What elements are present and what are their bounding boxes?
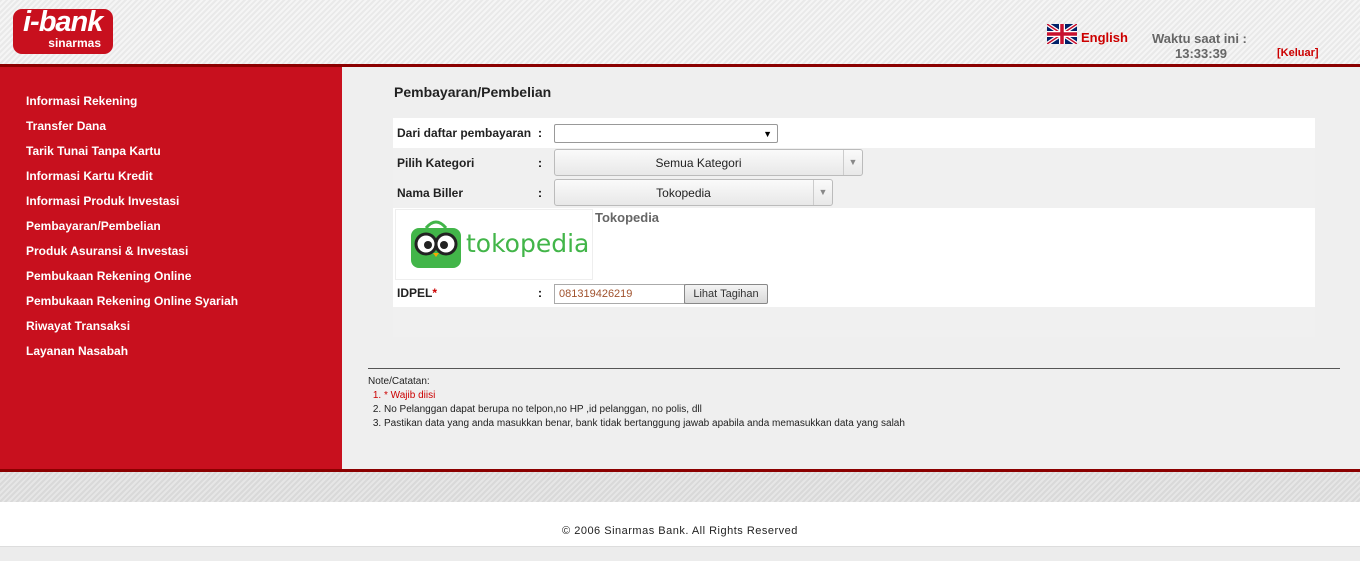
main-content: Pembayaran/Pembelian Dari daftar pembaya… — [342, 67, 1360, 469]
sidebar: Informasi Rekening Transfer Dana Tarik T… — [0, 67, 342, 469]
note-item: * Wajib diisi — [384, 389, 905, 403]
sidebar-item-asuransi[interactable]: Produk Asuransi & Investasi — [26, 244, 238, 269]
required-mark: * — [432, 286, 438, 300]
logo-main-text: i-bank — [23, 9, 103, 38]
bottom-bar — [0, 546, 1360, 561]
chevron-down-icon: ▼ — [843, 150, 862, 175]
logout-link[interactable]: [Keluar] — [1277, 47, 1319, 59]
copyright-text: © 2006 Sinarmas Bank. All Rights Reserve… — [562, 525, 798, 537]
from-list-row: Dari daftar pembayaran : ▼ — [393, 118, 1315, 148]
language-label[interactable]: English — [1081, 30, 1128, 45]
sidebar-item-tarik-tunai[interactable]: Tarik Tunai Tanpa Kartu — [26, 144, 238, 169]
biller-row: Nama Biller : Tokopedia ▼ — [393, 178, 1315, 208]
sidebar-item-layanan[interactable]: Layanan Nasabah — [26, 344, 238, 369]
sidebar-item-riwayat[interactable]: Riwayat Transaksi — [26, 319, 238, 344]
category-label: Pilih Kategori — [397, 156, 475, 170]
notes-list: * Wajib diisi No Pelanggan dapat berupa … — [368, 389, 905, 431]
biller-select[interactable]: Tokopedia ▼ — [554, 179, 833, 206]
from-list-select[interactable]: ▼ — [554, 124, 778, 143]
sidebar-item-rekening-syariah[interactable]: Pembukaan Rekening Online Syariah — [26, 294, 238, 319]
form-footer-row — [393, 307, 1315, 337]
biller-name: Tokopedia — [595, 210, 660, 225]
category-value: Semua Kategori — [655, 156, 742, 170]
idpel-label: IDPEL* — [397, 286, 437, 300]
logo-sub-text: sinarmas — [48, 36, 101, 50]
tokopedia-owl-icon — [411, 220, 461, 268]
colon: : — [538, 286, 542, 300]
sidebar-menu: Informasi Rekening Transfer Dana Tarik T… — [26, 94, 238, 369]
sidebar-item-produk-investasi[interactable]: Informasi Produk Investasi — [26, 194, 238, 219]
footer-band — [0, 472, 1360, 502]
biller-label: Nama Biller — [397, 186, 464, 200]
page-title: Pembayaran/Pembelian — [394, 84, 552, 100]
sidebar-item-kartu-kredit[interactable]: Informasi Kartu Kredit — [26, 169, 238, 194]
lihat-tagihan-button[interactable]: Lihat Tagihan — [684, 284, 768, 304]
sidebar-item-pembayaran[interactable]: Pembayaran/Pembelian — [26, 219, 238, 244]
from-list-label: Dari daftar pembayaran — [397, 126, 532, 140]
language-switch[interactable]: English — [1047, 22, 1128, 45]
divider — [368, 368, 1340, 369]
category-select[interactable]: Semua Kategori ▼ — [554, 149, 863, 176]
category-row: Pilih Kategori : Semua Kategori ▼ — [393, 148, 1315, 178]
biller-logo-row: tokopedia Tokopedia — [393, 208, 1315, 280]
idpel-row: IDPEL* : 081319426219 Lihat Tagihan — [393, 280, 1315, 307]
idpel-input[interactable]: 081319426219 — [554, 284, 685, 304]
chevron-down-icon: ▼ — [813, 180, 832, 205]
notes-title: Note/Catatan: — [368, 376, 430, 387]
note-item: Pastikan data yang anda masukkan benar, … — [384, 417, 905, 431]
footer: © 2006 Sinarmas Bank. All Rights Reserve… — [0, 502, 1360, 546]
colon: : — [538, 156, 542, 170]
biller-value: Tokopedia — [656, 186, 711, 200]
idpel-label-text: IDPEL — [397, 286, 433, 300]
chevron-down-icon: ▼ — [763, 129, 772, 139]
payment-form: Dari daftar pembayaran : ▼ Pilih Kategor… — [393, 118, 1315, 337]
colon: : — [538, 126, 542, 140]
colon: : — [538, 186, 542, 200]
tokopedia-logo-text: tokopedia — [466, 229, 590, 258]
tokopedia-logo: tokopedia — [395, 209, 593, 280]
ibank-logo[interactable]: i-bank sinarmas — [13, 9, 113, 54]
sidebar-item-transfer-dana[interactable]: Transfer Dana — [26, 119, 238, 144]
sidebar-item-informasi-rekening[interactable]: Informasi Rekening — [26, 94, 238, 119]
uk-flag-icon — [1047, 23, 1077, 44]
notes-section: Note/Catatan: * Wajib diisi No Pelanggan… — [368, 376, 905, 431]
time-value: 13:33:39 — [1175, 46, 1228, 61]
time-label: Waktu saat ini : — [1152, 31, 1247, 46]
sidebar-item-rekening-online[interactable]: Pembukaan Rekening Online — [26, 269, 238, 294]
note-item: No Pelanggan dapat berupa no telpon,no H… — [384, 403, 905, 417]
